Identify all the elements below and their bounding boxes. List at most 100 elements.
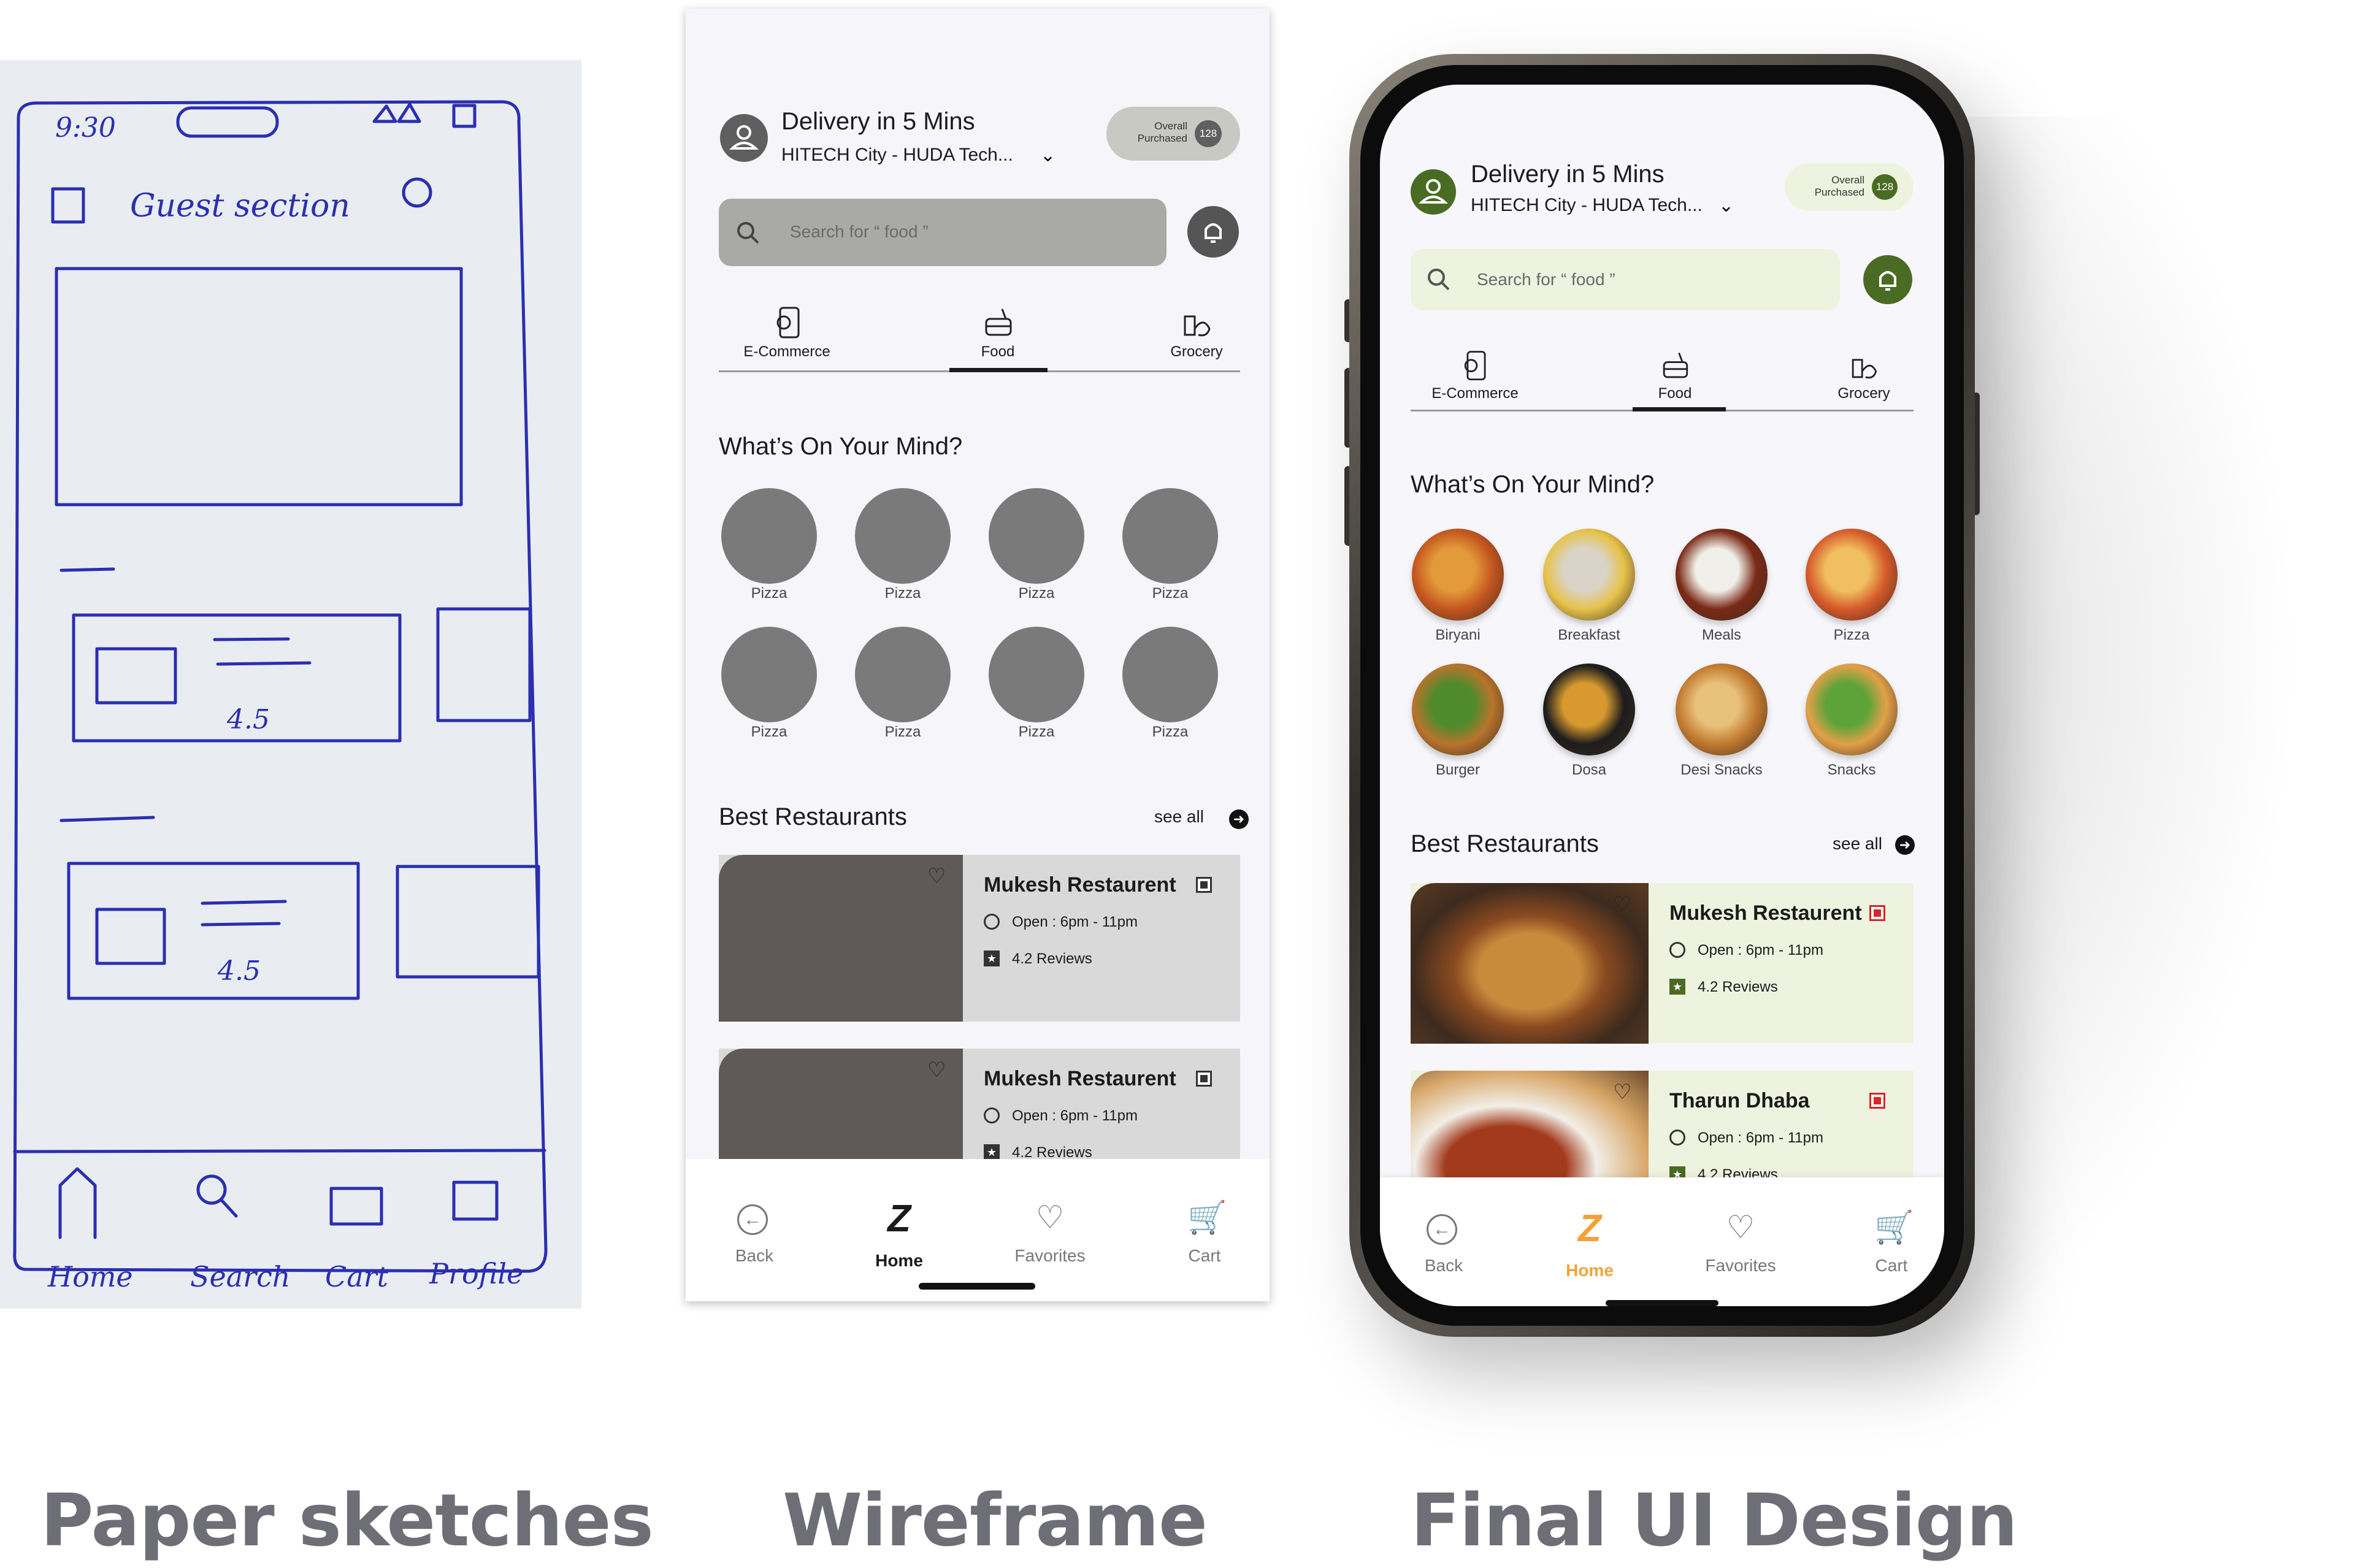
food-category-image[interactable] xyxy=(1543,529,1635,621)
home-icon[interactable]: Z xyxy=(1571,1210,1608,1248)
avatar[interactable] xyxy=(1411,169,1456,215)
tab-ecommerce[interactable]: E-Commerce xyxy=(704,343,870,361)
heart-icon[interactable]: ♡ xyxy=(1723,1210,1758,1245)
food-category-image[interactable] xyxy=(989,627,1084,722)
avatar[interactable] xyxy=(720,114,768,162)
clock-icon xyxy=(984,1107,1000,1123)
tab-indicator xyxy=(1633,407,1726,411)
nav-label-cart[interactable]: Cart xyxy=(1830,1256,1944,1275)
heart-icon[interactable]: ♡ xyxy=(1033,1201,1067,1235)
food-category-image[interactable] xyxy=(721,488,817,584)
purchase-count-badge: 128 xyxy=(1872,174,1898,200)
tab-grocery[interactable]: Grocery xyxy=(1812,385,1916,402)
nav-label-back[interactable]: Back xyxy=(1382,1256,1505,1275)
clock-icon xyxy=(1669,1130,1685,1145)
tab-food[interactable]: Food xyxy=(1623,385,1727,402)
food-category-image[interactable] xyxy=(1412,529,1504,621)
notification-button[interactable] xyxy=(1863,255,1912,304)
back-icon[interactable]: ← xyxy=(1427,1214,1457,1245)
home-indicator xyxy=(919,1283,1035,1290)
bottom-nav xyxy=(1380,1177,1944,1306)
nav-label-favorites[interactable]: Favorites xyxy=(1679,1256,1802,1275)
wireframe-screen: Delivery in 5 Mins HITECH City - HUDA Te… xyxy=(686,9,1270,1301)
search-input[interactable] xyxy=(1411,249,1840,310)
nav-label-favorites[interactable]: Favorites xyxy=(989,1246,1111,1266)
restaurant-hours: Open : 6pm - 11pm xyxy=(1698,942,1823,958)
caption-wireframe: Wireframe xyxy=(783,1478,1208,1562)
bell-icon xyxy=(1205,223,1222,243)
grocery-icon xyxy=(1852,359,1877,379)
food-category-image[interactable] xyxy=(855,627,951,722)
star-icon: ★ xyxy=(984,1144,1000,1160)
food-category-image[interactable] xyxy=(1122,627,1218,722)
food-category-image[interactable] xyxy=(1676,529,1768,621)
restaurant-name: Mukesh Restaurent xyxy=(1669,901,1862,925)
caption-final-ui-design: Final UI Design xyxy=(1411,1478,2018,1562)
heart-icon[interactable]: ♡ xyxy=(1613,894,1631,915)
nav-label-home[interactable]: Home xyxy=(1528,1261,1651,1280)
see-all-link[interactable]: see all xyxy=(1154,807,1204,827)
tab-ecommerce[interactable]: E-Commerce xyxy=(1393,385,1557,402)
tab-food[interactable]: Food xyxy=(946,343,1050,361)
chevron-down-icon[interactable]: ⌄ xyxy=(1718,195,1734,216)
food-category-image[interactable] xyxy=(1412,664,1504,755)
food-category-label: Pizza xyxy=(1018,585,1055,602)
heart-icon[interactable]: ♡ xyxy=(927,1060,946,1080)
food-icon xyxy=(985,308,1012,336)
clock-icon xyxy=(984,914,1000,930)
cart-icon[interactable]: 🛒 xyxy=(1187,1201,1227,1235)
heart-icon[interactable]: ♡ xyxy=(1613,1082,1631,1103)
notification-button[interactable] xyxy=(1187,206,1239,258)
food-category-image[interactable] xyxy=(1543,664,1635,755)
delivery-title: Delivery in 5 Mins xyxy=(1471,161,1665,188)
food-category-image[interactable] xyxy=(721,627,817,722)
food-category-image[interactable] xyxy=(1806,529,1898,621)
nav-label-back[interactable]: Back xyxy=(693,1246,816,1266)
veg-mark-icon xyxy=(1869,1093,1885,1109)
food-icon xyxy=(1663,353,1688,378)
ecommerce-icon xyxy=(776,307,800,338)
clock-icon xyxy=(1669,942,1685,958)
food-category-image[interactable] xyxy=(989,488,1084,584)
home-indicator xyxy=(1606,1300,1718,1306)
food-category-image[interactable] xyxy=(1122,488,1218,584)
best-restaurants-title: Best Restaurants xyxy=(719,803,907,830)
sketch-drawing: 9:30 Guest section 4.5 4.5 Home Search C… xyxy=(13,100,548,1293)
arrow-right-icon[interactable]: ➜ xyxy=(1895,835,1915,855)
caption-paper-sketches: Paper sketches xyxy=(40,1478,654,1562)
arrow-right-icon[interactable]: ➜ xyxy=(1229,809,1249,829)
restaurant-image[interactable] xyxy=(719,855,963,1022)
veg-mark-icon xyxy=(1196,877,1212,893)
search-input[interactable] xyxy=(719,199,1167,266)
restaurant-reviews: 4.2 Reviews xyxy=(1012,950,1092,967)
food-category-label: Dosa xyxy=(1571,762,1607,778)
food-category-image[interactable] xyxy=(1676,664,1768,755)
star-icon: ★ xyxy=(1669,979,1685,995)
restaurant-name: Mukesh Restaurent xyxy=(984,1067,1176,1090)
bell-icon xyxy=(1879,271,1896,291)
food-category-image[interactable] xyxy=(855,488,951,584)
nav-label-cart[interactable]: Cart xyxy=(1143,1246,1266,1266)
see-all-link[interactable]: see all xyxy=(1833,834,1882,854)
food-category-label: Pizza xyxy=(1152,585,1189,602)
food-category-label: Pizza xyxy=(1018,724,1055,740)
nav-label-home[interactable]: Home xyxy=(838,1251,960,1271)
food-category-image[interactable] xyxy=(1806,664,1898,755)
restaurant-card[interactable]: ♡ Mukesh Restaurent Open : 6pm - 11pm ★ 4.2 … xyxy=(719,855,1240,1022)
back-icon[interactable]: ← xyxy=(737,1204,768,1235)
cart-icon[interactable]: 🛒 xyxy=(1874,1210,1914,1245)
restaurant-card[interactable]: ♡ Mukesh Restaurent Open : 6pm - 11pm ★ 4.2 … xyxy=(1411,883,1914,1044)
search-icon xyxy=(1428,269,1450,291)
heart-icon[interactable]: ♡ xyxy=(927,866,946,887)
chevron-down-icon[interactable]: ⌄ xyxy=(1040,145,1055,166)
location-label[interactable]: HITECH City - HUDA Tech... xyxy=(1471,195,1703,216)
food-category-label: Pizza xyxy=(1833,627,1870,643)
search-icon xyxy=(737,222,759,244)
sketch-time: 9:30 xyxy=(55,112,116,143)
food-category-label: Snacks xyxy=(1827,762,1876,778)
location-label[interactable]: HITECH City - HUDA Tech... xyxy=(781,145,1013,166)
user-icon xyxy=(1418,179,1449,204)
home-icon[interactable]: Z xyxy=(881,1200,918,1238)
mind-title: What’s On Your Mind? xyxy=(719,433,963,460)
tab-grocery[interactable]: Grocery xyxy=(1144,343,1249,361)
